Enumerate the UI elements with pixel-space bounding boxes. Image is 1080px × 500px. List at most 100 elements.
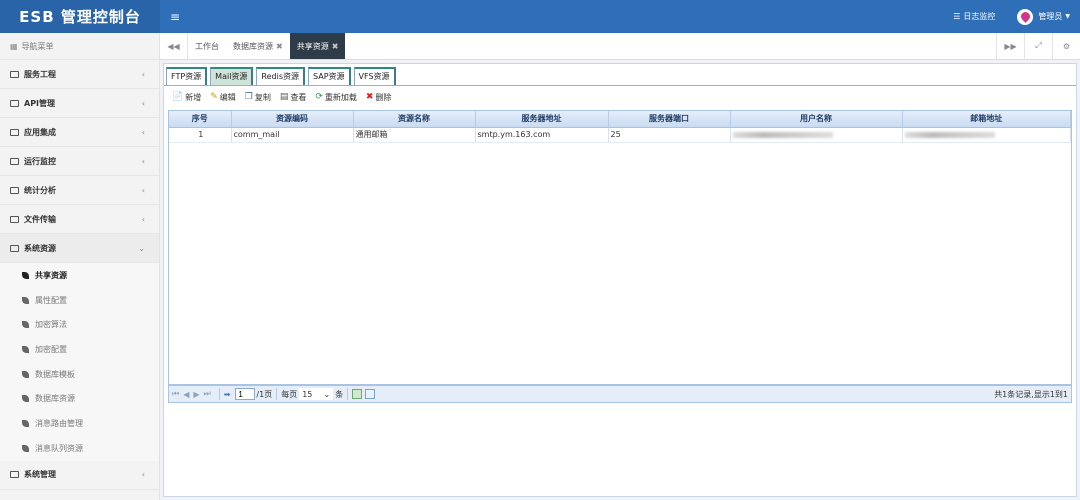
- gear-icon[interactable]: ⚙: [1052, 33, 1080, 59]
- submenu-item-db-resources[interactable]: 数据库资源: [0, 386, 159, 411]
- submenu-item-label: 加密配置: [35, 344, 67, 354]
- list-icon: ☰: [953, 12, 961, 21]
- close-icon[interactable]: ✖: [276, 42, 283, 51]
- view-button[interactable]: ▤ 查看: [280, 92, 307, 103]
- sidebar-item-system-resources[interactable]: 系统资源 ⌄: [0, 234, 159, 263]
- sidebar-item-system-management[interactable]: 系统管理 ‹: [0, 461, 159, 490]
- user-menu[interactable]: 管理员 ▼: [1017, 8, 1070, 25]
- sidebar-item-service-project[interactable]: 服务工程 ‹: [0, 60, 159, 89]
- submenu-item-property-config[interactable]: 属性配置: [0, 288, 159, 313]
- divider: [218, 388, 220, 400]
- cell-code: comm_mail: [231, 127, 354, 143]
- sidebar-item-label: 应用集成: [24, 127, 56, 137]
- tab-bar: ◀◀ 工作台 数据库资源 ✖ 共享资源 ✖ ▶▶ ⤢ ⚙: [160, 33, 1080, 60]
- sidebar-item-api[interactable]: API管理 ‹: [0, 89, 159, 118]
- cell-host: smtp.ym.163.com: [475, 127, 609, 143]
- record-summary: 共1条记录,显示1到1: [994, 389, 1068, 399]
- sidebar-item-label: 系统管理: [24, 470, 56, 479]
- column-header-host[interactable]: 服务器地址: [475, 111, 609, 128]
- sidebar-item-label: 统计分析: [24, 185, 56, 195]
- pagination-bar: ⏮ ◀ ▶ ⏭ ➡ /1页 每页 15 ⌄ 条 共1条记录,显示1到1: [168, 385, 1072, 403]
- nav-menu-title: 导航菜单: [21, 41, 54, 51]
- submenu-item-label: 消息路由管理: [35, 418, 83, 428]
- submenu-item-label: 加密算法: [35, 320, 67, 330]
- pencil-icon: ✎: [210, 92, 218, 102]
- tab-label: 工作台: [195, 41, 219, 51]
- reload-icon: ⟳: [315, 92, 323, 102]
- subtab-redis[interactable]: Redis资源: [256, 67, 306, 85]
- leaf-icon: [22, 419, 29, 427]
- column-header-no[interactable]: 序号: [169, 111, 232, 128]
- add-button[interactable]: 📄 新增: [172, 92, 201, 103]
- sidebar: ▦ 导航菜单 服务工程 ‹ API管理 ‹ 应用集成 ‹ 运行监控 ‹ 统计分析…: [0, 33, 160, 500]
- chevron-left-icon: ‹: [141, 470, 145, 479]
- submenu-item-label: 消息队列资源: [35, 443, 83, 453]
- submenu-item-encryption-algorithm[interactable]: 加密算法: [0, 312, 159, 337]
- per-page-unit: 条: [335, 389, 344, 399]
- submenu-item-shared-resources[interactable]: 共享资源: [0, 263, 159, 288]
- go-page-icon[interactable]: ➡: [224, 390, 231, 399]
- toolbar: 📄 新增 ✎ 编辑 ❐ 复制 ▤ 查看 ⟳ 重新加载 ✖ 删除: [164, 86, 1076, 108]
- submenu-item-message-routing[interactable]: 消息路由管理: [0, 411, 159, 436]
- log-monitor-link[interactable]: ☰ 日志监控: [953, 11, 995, 22]
- column-header-code[interactable]: 资源编码: [231, 111, 354, 128]
- view-label: 查看: [290, 92, 307, 102]
- close-icon[interactable]: ✖: [332, 42, 339, 51]
- tab-db-resources[interactable]: 数据库资源 ✖: [226, 33, 290, 59]
- sidebar-item-statistics[interactable]: 统计分析 ‹: [0, 176, 159, 205]
- submenu-item-label: 数据库模板: [35, 369, 75, 379]
- per-page-select[interactable]: 15 ⌄: [299, 388, 334, 400]
- copy-label: 复制: [254, 92, 271, 102]
- first-page-icon[interactable]: ⏮: [172, 389, 179, 399]
- delete-label: 删除: [375, 92, 392, 102]
- add-label: 新增: [185, 92, 202, 102]
- sidebar-item-file-transfer[interactable]: 文件传输 ‹: [0, 205, 159, 234]
- print-icon[interactable]: [365, 389, 376, 399]
- sidebar-item-integration[interactable]: 应用集成 ‹: [0, 118, 159, 147]
- column-header-name[interactable]: 资源名称: [353, 111, 476, 128]
- delete-icon: ✖: [365, 92, 374, 102]
- column-header-email[interactable]: 邮箱地址: [902, 111, 1071, 128]
- content-panel: FTP资源 Mail资源 Redis资源 SAP资源 VFS资源 📄 新增 ✎ …: [163, 63, 1077, 497]
- total-pages: /1页: [256, 389, 273, 399]
- leaf-icon: [22, 321, 29, 329]
- tab-workbench[interactable]: 工作台: [188, 33, 226, 59]
- subtab-vfs[interactable]: VFS资源: [353, 67, 396, 85]
- folder-icon: [10, 157, 19, 165]
- prev-page-icon[interactable]: ◀: [183, 390, 189, 399]
- redacted-text: [904, 131, 995, 138]
- copy-icon: ❐: [244, 92, 253, 102]
- submenu-item-message-queue[interactable]: 消息队列资源: [0, 436, 159, 461]
- delete-button[interactable]: ✖ 删除: [366, 92, 392, 103]
- reload-button[interactable]: ⟳ 重新加载: [315, 92, 357, 103]
- column-header-port[interactable]: 服务器端口: [608, 111, 731, 128]
- last-page-icon[interactable]: ⏭: [204, 389, 211, 399]
- tab-shared-resources[interactable]: 共享资源 ✖: [289, 33, 346, 59]
- copy-button[interactable]: ❐ 复制: [245, 92, 271, 103]
- submenu-item-encryption-config[interactable]: 加密配置: [0, 337, 159, 362]
- per-page-value: 15: [302, 389, 313, 399]
- sidebar-item-monitoring[interactable]: 运行监控 ‹: [0, 147, 159, 176]
- subtab-ftp[interactable]: FTP资源: [166, 67, 208, 85]
- tab-scroll-right-button[interactable]: ▶▶: [996, 33, 1024, 59]
- table-row[interactable]: 1 comm_mail 通用邮箱 smtp.ym.163.com 25: [169, 127, 1071, 143]
- fullscreen-icon[interactable]: ⤢: [1024, 33, 1052, 59]
- resource-type-tabs: FTP资源 Mail资源 Redis资源 SAP资源 VFS资源: [164, 64, 1076, 86]
- subtab-mail[interactable]: Mail资源: [210, 67, 254, 85]
- folder-icon: [10, 99, 19, 107]
- sidebar-item-label: API管理: [24, 98, 56, 108]
- edit-button[interactable]: ✎ 编辑: [210, 92, 236, 103]
- table-header-row: 序号 资源编码 资源名称 服务器地址 服务器端口 用户名称 邮箱地址: [169, 111, 1071, 128]
- page-number-input[interactable]: [235, 388, 256, 400]
- divider: [276, 388, 278, 400]
- subtab-sap[interactable]: SAP资源: [308, 67, 351, 85]
- folder-icon: [10, 471, 19, 478]
- redacted-text: [732, 131, 833, 138]
- column-header-username[interactable]: 用户名称: [730, 111, 903, 128]
- tab-scroll-left-button[interactable]: ◀◀: [160, 33, 188, 59]
- menu-toggle-icon[interactable]: ≡: [170, 10, 180, 24]
- user-name: 管理员: [1038, 12, 1063, 21]
- next-page-icon[interactable]: ▶: [193, 390, 199, 399]
- submenu-item-db-template[interactable]: 数据库模板: [0, 362, 159, 387]
- export-excel-icon[interactable]: [352, 389, 363, 399]
